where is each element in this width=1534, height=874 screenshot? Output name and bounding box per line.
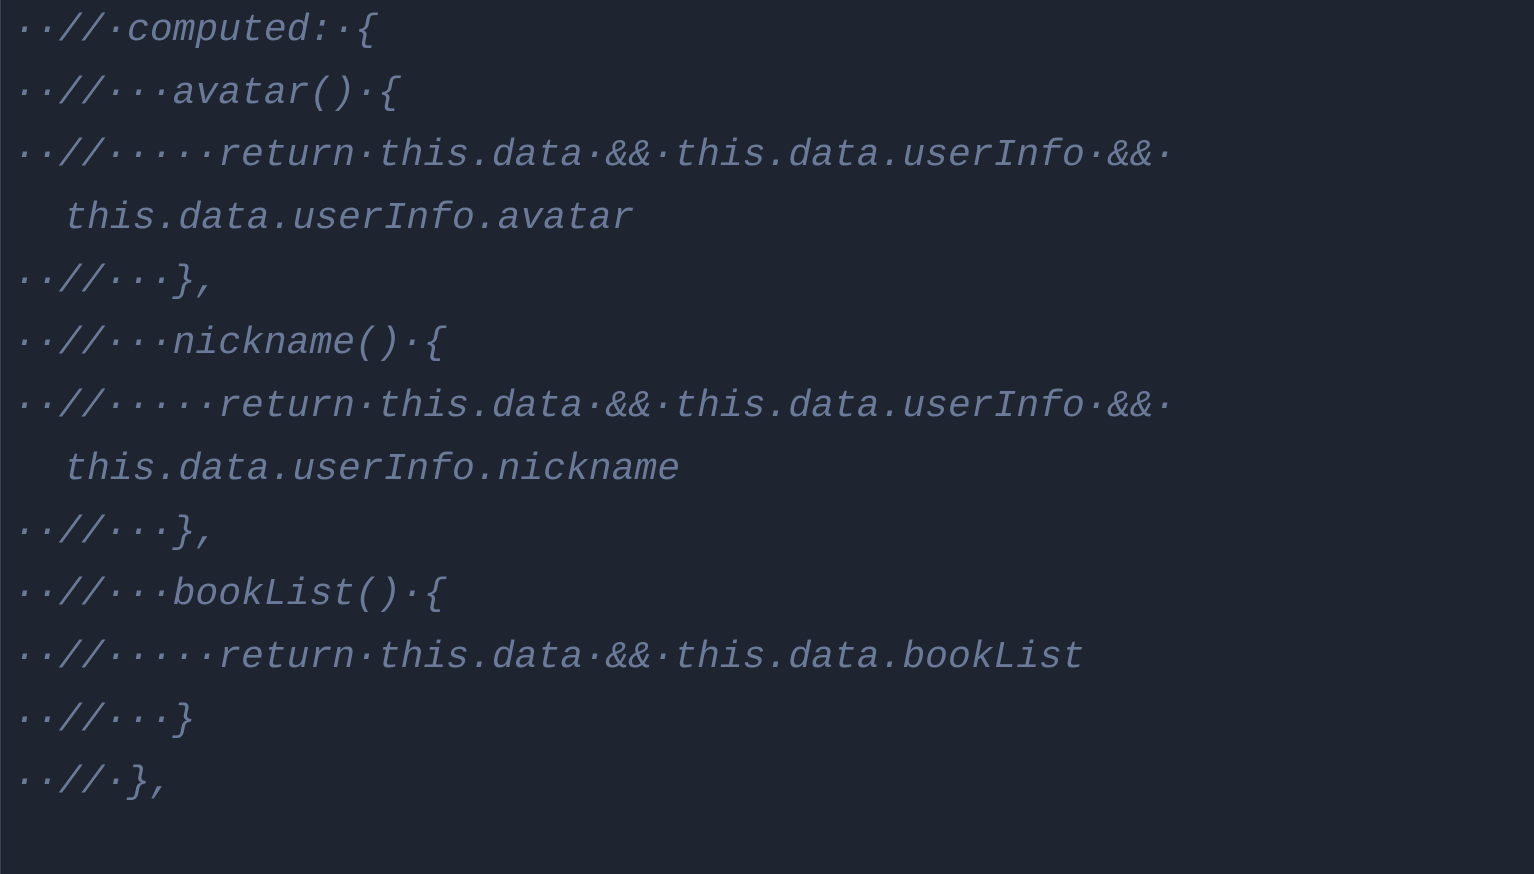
code-line[interactable]: ··//···nickname()·{ <box>13 313 1534 376</box>
code-line-wrap[interactable]: this.data.userInfo.nickname <box>13 439 1534 502</box>
code-line[interactable]: ··//···} <box>13 690 1534 753</box>
code-line[interactable]: ··//···avatar()·{ <box>13 63 1534 126</box>
comment-text: ··//·····return·this.data·&&·this.data.b… <box>13 636 1085 679</box>
code-line[interactable]: ··//···}, <box>13 251 1534 314</box>
comment-text: ··//···}, <box>13 260 218 303</box>
comment-text: ··//·····return·this.data·&&·this.data.u… <box>13 385 1176 428</box>
comment-text: ··//···avatar()·{ <box>13 72 401 115</box>
comment-text: this.data.userInfo.nickname <box>64 448 680 491</box>
comment-text: this.data.userInfo.avatar <box>64 197 634 240</box>
comment-text: ··//···nickname()·{ <box>13 322 446 365</box>
comment-text: ··//·····return·this.data·&&·this.data.u… <box>13 134 1176 177</box>
comment-text: ··//···}, <box>13 511 218 554</box>
comment-text: ··//···} <box>13 699 195 742</box>
comment-text: ··//·}, <box>13 761 173 804</box>
comment-text: ··//···bookList()·{ <box>13 573 446 616</box>
code-line[interactable]: ··//···bookList()·{ <box>13 564 1534 627</box>
code-line[interactable]: ··//·····return·this.data·&&·this.data.b… <box>13 627 1534 690</box>
comment-text: ··//·computed:·{ <box>13 9 378 52</box>
code-line[interactable]: ··//···}, <box>13 502 1534 565</box>
code-line[interactable]: ··//·computed:·{ <box>13 0 1534 63</box>
code-line[interactable]: ··//·····return·this.data·&&·this.data.u… <box>13 376 1534 439</box>
code-line[interactable]: ··//·}, <box>13 752 1534 815</box>
code-editor[interactable]: ··//·computed:·{ ··//···avatar()·{ ··//·… <box>0 0 1534 874</box>
code-line-wrap[interactable]: this.data.userInfo.avatar <box>13 188 1534 251</box>
code-line[interactable]: ··//·····return·this.data·&&·this.data.u… <box>13 125 1534 188</box>
